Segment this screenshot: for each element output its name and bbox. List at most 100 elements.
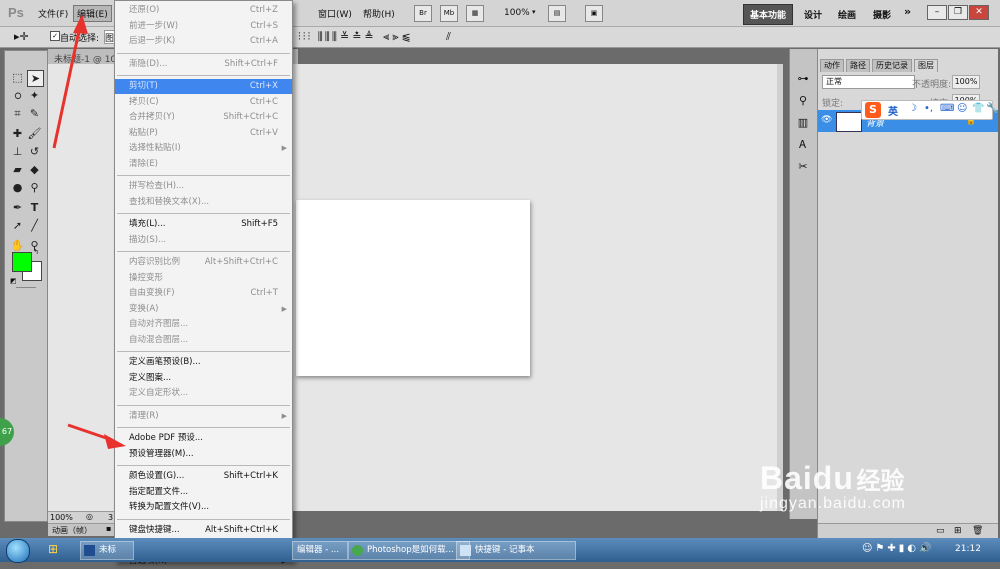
skin-icon[interactable]: 👕 (972, 103, 984, 114)
bridge-button[interactable]: Br (414, 5, 432, 22)
type-tool-icon[interactable]: T (27, 200, 42, 215)
status-zoom[interactable]: 100% (50, 513, 73, 522)
workspace-design[interactable]: 设计 (804, 8, 822, 21)
spot-healing-tool-icon[interactable]: ✚ (10, 126, 25, 141)
edit-menu-item[interactable]: 清理(R) ▶ (115, 409, 292, 424)
paint-bucket-tool-icon[interactable]: ◆ (27, 162, 42, 177)
align-icons[interactable]: ⫶⫶⫶ ⫼⫼⫼ (298, 30, 339, 44)
edit-menu-item[interactable]: 后退一步(K) Ctrl+A (115, 34, 292, 49)
workspace-photography[interactable]: 摄影 (873, 8, 891, 21)
mini-bridge-button[interactable]: Mb (440, 5, 458, 22)
path-selection-tool-icon[interactable]: ➚ (10, 218, 25, 233)
edit-menu-item[interactable]: 渐隐(D)... Shift+Ctrl+F (115, 57, 292, 72)
opacity-field[interactable]: 100% (952, 75, 980, 89)
new-layer-icon[interactable]: ⊞ (954, 526, 962, 536)
tab-history[interactable]: 历史记录 (872, 59, 912, 72)
screen-mode-icon[interactable]: ▣ (585, 5, 603, 22)
crop-tool-icon[interactable]: ⌗ (10, 106, 25, 121)
edit-menu-item[interactable]: 键盘快捷键... Alt+Shift+Ctrl+K (115, 523, 292, 538)
blend-mode-select[interactable]: 正常 (822, 75, 915, 89)
edit-menu-item[interactable]: 自由变换(F) Ctrl+T (115, 286, 292, 301)
delete-layer-icon[interactable]: 🗑 (972, 526, 983, 536)
history-brush-tool-icon[interactable]: ↺ (27, 144, 42, 159)
move-tool-icon[interactable]: ➤ (27, 70, 44, 87)
edit-menu-item[interactable]: 合并拷贝(Y) Shift+Ctrl+C (115, 110, 292, 125)
edit-menu-item[interactable]: 转换为配置文件(V)... (115, 500, 292, 515)
character-icon[interactable]: Ꭺ (795, 137, 811, 153)
edit-menu-item[interactable]: 操控变形 (115, 271, 292, 286)
start-button[interactable] (6, 539, 30, 563)
foreground-color-swatch[interactable] (12, 252, 32, 272)
auto-select-checkbox[interactable]: ✓ (50, 31, 60, 41)
edit-menu-item[interactable]: 选择性粘贴(I) ▶ (115, 141, 292, 156)
edit-menu-item[interactable]: 内容识别比例 Alt+Shift+Ctrl+C (115, 255, 292, 270)
windows-icon[interactable]: ⊞ (44, 542, 62, 558)
blur-tool-icon[interactable]: ● (10, 180, 25, 195)
document-canvas[interactable] (296, 200, 530, 376)
edit-menu-item[interactable]: 定义图案... (115, 371, 292, 386)
minimize-icon[interactable]: – (927, 5, 947, 20)
menu-edit[interactable]: 编辑(E) (73, 5, 112, 22)
edit-menu-item[interactable]: 变换(A) ▶ (115, 302, 292, 317)
tools-preset-icon[interactable]: ✂ (795, 159, 811, 175)
edit-menu-item[interactable]: 描边(S)... (115, 233, 292, 248)
edit-menu-item[interactable]: 指定配置文件... (115, 485, 292, 500)
brush-tool-icon[interactable]: 🖌 (27, 126, 42, 141)
zoom-level[interactable]: 100% (504, 8, 530, 18)
panel-menu-icon[interactable]: ▪ (106, 524, 111, 533)
eye-icon[interactable]: 👁 (821, 115, 832, 125)
close-icon[interactable]: ✕ (969, 5, 989, 20)
edit-menu-item[interactable]: 清除(E) (115, 157, 292, 172)
tab-paths[interactable]: 路径 (846, 59, 870, 72)
distribute-icons[interactable]: ≚≛≜ ⫷⫸⫹ (340, 30, 414, 44)
pen-tool-icon[interactable]: ✒ (10, 200, 25, 215)
more-workspaces-icon[interactable]: » (904, 5, 911, 18)
keyboard-icon[interactable]: ⌨ (940, 103, 954, 114)
eyedropper-tool-icon[interactable]: ✎ (27, 106, 42, 121)
dodge-tool-icon[interactable]: ⚲ (27, 180, 42, 195)
menu-help[interactable]: 帮助(H) (363, 7, 395, 20)
menu-window[interactable]: 窗口(W) (318, 7, 352, 20)
auto-align-icon[interactable]: ⫽ (446, 30, 451, 44)
edit-menu-item[interactable]: 预设管理器(M)... (115, 447, 292, 462)
edit-menu-item[interactable]: 拼写检查(H)... (115, 179, 292, 194)
taskbar-clock[interactable]: 21:12 (955, 544, 981, 554)
histogram-icon[interactable]: ▥ (795, 115, 811, 131)
edit-menu-item[interactable]: 自动对齐图层... (115, 317, 292, 332)
taskbar-photoshop[interactable]: 未标 (80, 541, 134, 560)
edit-menu-item[interactable]: 还原(O) Ctrl+Z (115, 3, 292, 18)
brush-presets-icon[interactable]: ⊶ (795, 71, 811, 87)
status-info-icon[interactable]: ◎ (86, 512, 93, 521)
swap-colors-icon[interactable]: ↰ (33, 248, 39, 256)
arrange-documents-icon[interactable]: ▤ (548, 5, 566, 22)
edit-menu-item[interactable]: 粘贴(P) Ctrl+V (115, 126, 292, 141)
new-group-icon[interactable]: ▭ (936, 526, 945, 536)
quick-select-tool-icon[interactable]: ✦ (27, 88, 42, 103)
clone-source-icon[interactable]: ⚲ (795, 93, 811, 109)
edit-menu-item[interactable]: 查找和替换文本(X)... (115, 195, 292, 210)
edit-menu-item[interactable]: 定义画笔预设(B)... (115, 355, 292, 370)
move-tool-icon[interactable]: ▸✛ (14, 30, 29, 43)
scrollbar-vertical[interactable] (777, 64, 783, 511)
eraser-tool-icon[interactable]: ▰ (10, 162, 25, 177)
ime-toolbar[interactable]: S 英 ☽ •, ⌨ ☺ 👕 🔧 (861, 100, 998, 120)
lasso-tool-icon[interactable]: ഠ (10, 88, 25, 103)
edit-menu-item[interactable]: 拷贝(C) Ctrl+C (115, 95, 292, 110)
taskbar-editor[interactable]: 编辑器 - ... (292, 541, 348, 560)
edit-menu-item[interactable]: 填充(L)... Shift+F5 (115, 217, 292, 232)
user-icon[interactable]: ☺ (957, 103, 967, 114)
tab-layers[interactable]: 图层 (914, 59, 938, 72)
system-tray-icons[interactable]: ☺⚑✚▮◐🔊 (862, 543, 934, 554)
edit-menu-item[interactable]: 颜色设置(G)... Shift+Ctrl+K (115, 469, 292, 484)
hand-tool-icon[interactable]: ✋ (10, 238, 25, 253)
moon-icon[interactable]: ☽ (908, 103, 917, 114)
edit-menu-item[interactable]: 自动混合图层... (115, 333, 292, 348)
edit-menu-item[interactable]: 定义自定形状... (115, 386, 292, 401)
clone-stamp-tool-icon[interactable]: ⊥ (10, 144, 25, 159)
workspace-essentials[interactable]: 基本功能 (743, 4, 794, 25)
edit-menu-item[interactable]: 前进一步(W) Ctrl+S (115, 19, 292, 34)
default-colors-icon[interactable]: ◩ (10, 277, 17, 285)
sogou-logo[interactable]: S (865, 102, 881, 118)
view-extras-icon[interactable]: ▦ (466, 5, 484, 22)
tab-actions[interactable]: 动作 (820, 59, 844, 72)
